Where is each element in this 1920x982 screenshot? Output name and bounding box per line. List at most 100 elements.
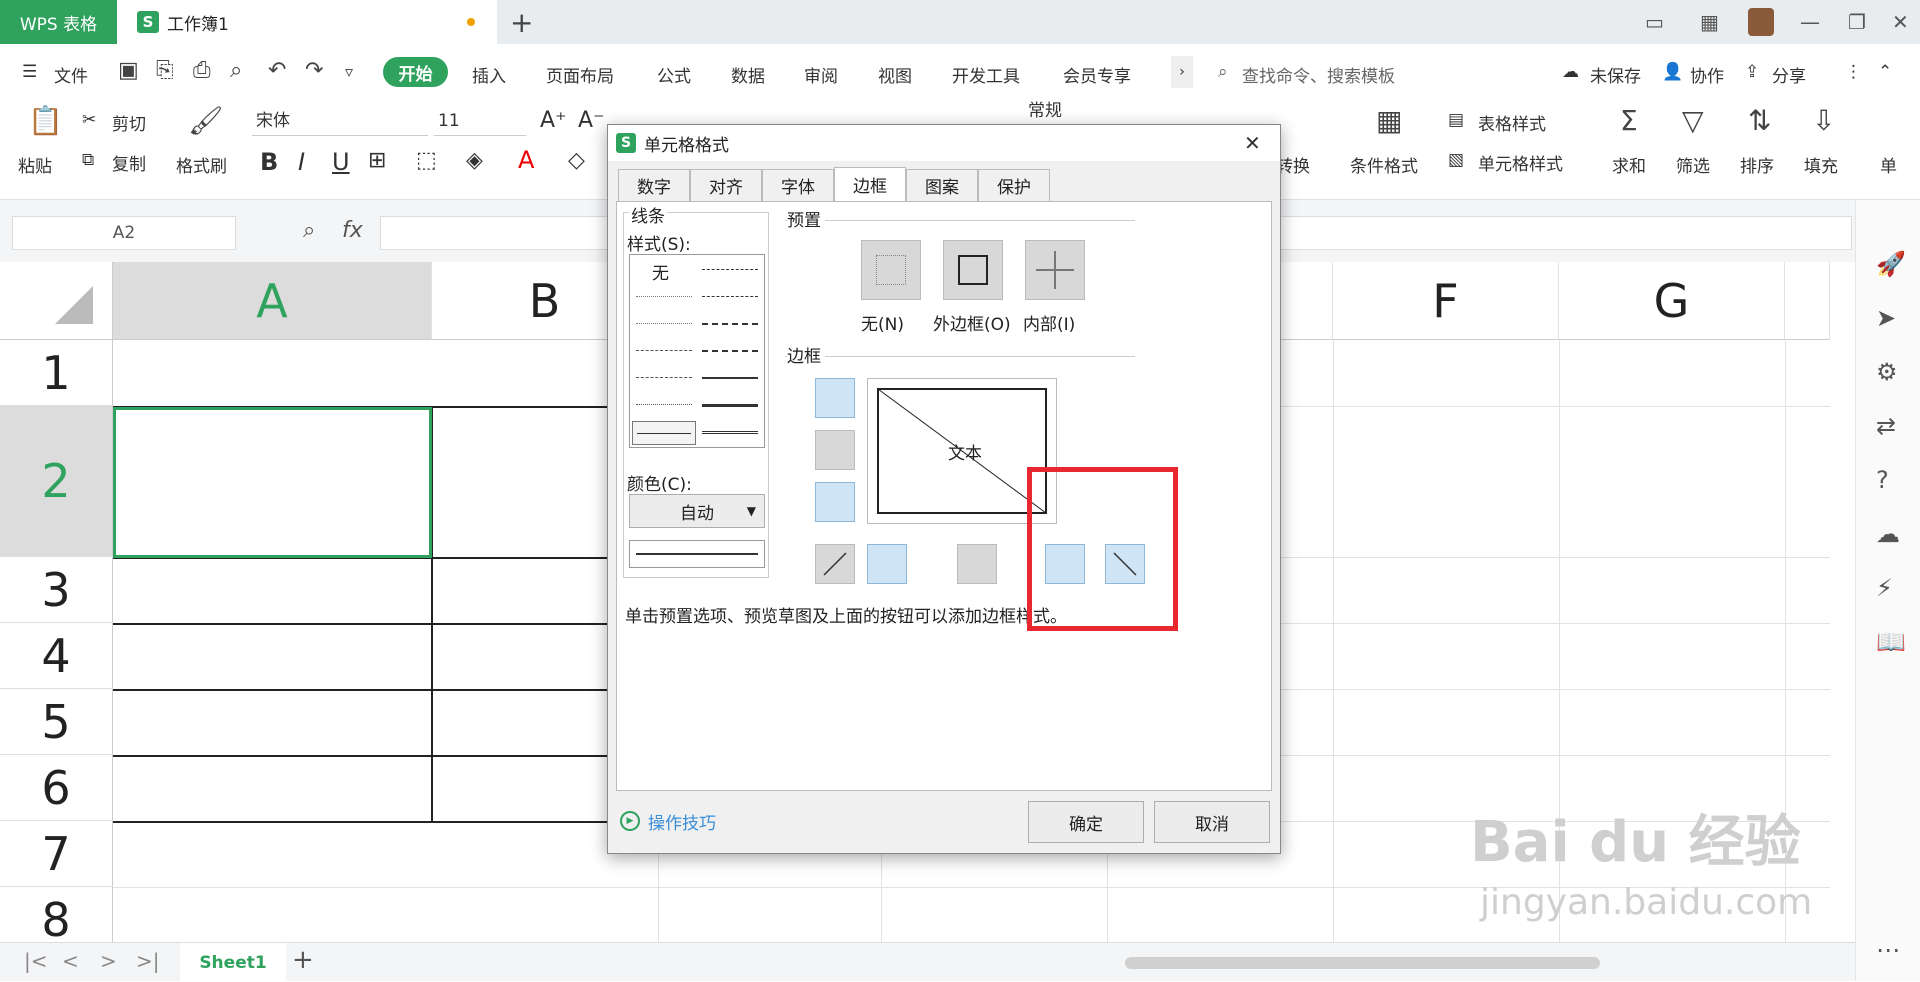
undo-icon[interactable]: ↶	[268, 58, 286, 83]
save-icon[interactable]: ▣	[118, 58, 139, 83]
column-header-g[interactable]: G	[1559, 262, 1785, 340]
help-icon[interactable]: ?	[1876, 466, 1889, 494]
format-painter-icon[interactable]: 🖌	[188, 104, 224, 137]
sum-button[interactable]: 求和	[1612, 152, 1646, 177]
next-sheet-icon[interactable]: >	[100, 949, 117, 973]
preset-none-button[interactable]	[861, 240, 921, 300]
prev-sheet-icon[interactable]: <	[62, 949, 79, 973]
cloud-sync-icon[interactable]: ☁	[1876, 520, 1900, 548]
tab-view[interactable]: 视图	[878, 62, 912, 87]
font-name-select[interactable]: 宋体	[252, 106, 428, 136]
tab-start[interactable]: 开始	[383, 57, 448, 87]
line-style-list[interactable]: 无	[629, 254, 765, 448]
first-sheet-icon[interactable]: |<	[24, 949, 48, 973]
ok-button[interactable]: 确定	[1028, 801, 1144, 843]
selected-cell-a2[interactable]	[113, 407, 432, 558]
line-style-item[interactable]	[702, 404, 758, 407]
tab-protection[interactable]: 保护	[978, 169, 1050, 201]
line-style-item[interactable]	[702, 377, 758, 379]
tab-pattern[interactable]: 图案	[906, 169, 978, 201]
row-header-1[interactable]: 1	[0, 340, 113, 406]
row-header-3[interactable]: 3	[0, 557, 113, 623]
italic-icon[interactable]: I	[298, 148, 305, 176]
line-style-item[interactable]	[636, 404, 692, 405]
conditional-format-button[interactable]: 条件格式	[1350, 152, 1418, 177]
apps-grid-icon[interactable]: ▦	[1700, 10, 1719, 34]
tips-link[interactable]: 操作技巧	[648, 809, 716, 834]
bold-icon[interactable]: B	[260, 148, 278, 176]
conditional-format-icon[interactable]: ▦	[1376, 104, 1402, 137]
dialog-title-bar[interactable]: S 单元格格式 ✕	[608, 125, 1280, 161]
menu-file[interactable]: 文件	[54, 62, 88, 87]
sheet-tab-active[interactable]: Sheet1	[180, 943, 286, 982]
close-window-icon[interactable]: ✕	[1892, 10, 1909, 34]
transform-icon[interactable]: ⇄	[1876, 412, 1896, 440]
line-style-item[interactable]	[702, 431, 758, 434]
lightning-icon[interactable]: ⚡	[1876, 574, 1893, 602]
redo-icon[interactable]: ↷	[305, 58, 323, 83]
line-style-item[interactable]	[636, 350, 692, 351]
hamburger-icon[interactable]: ☰	[22, 62, 37, 82]
increase-font-icon[interactable]: A⁺	[540, 108, 567, 133]
border-top-button[interactable]	[815, 378, 855, 418]
filter-icon[interactable]: ▽	[1682, 104, 1704, 137]
font-size-select[interactable]: 11	[434, 106, 526, 136]
single-button[interactable]: 单	[1880, 152, 1897, 177]
tab-review[interactable]: 审阅	[804, 62, 838, 87]
cell-style-icon[interactable]: ▧	[1448, 150, 1464, 170]
line-style-item[interactable]	[636, 323, 692, 324]
zoom-search-icon[interactable]: ⌕	[303, 218, 315, 243]
document-tab[interactable]: S 工作簿1	[117, 0, 497, 44]
sort-button[interactable]: 排序	[1740, 152, 1774, 177]
row-header-6[interactable]: 6	[0, 755, 113, 821]
fill-icon[interactable]: ⇩	[1812, 104, 1835, 137]
row-header-2[interactable]: 2	[0, 406, 113, 557]
name-box[interactable]: A2	[12, 216, 236, 250]
table-style-button[interactable]: 表格样式	[1478, 110, 1546, 135]
tab-insert[interactable]: 插入	[472, 62, 506, 87]
tab-page-layout[interactable]: 页面布局	[546, 62, 614, 87]
collab-button[interactable]: 协作	[1690, 62, 1724, 87]
rocket-icon[interactable]: 🚀	[1876, 250, 1906, 278]
color-dropdown[interactable]: 自动 ▼	[629, 494, 765, 528]
row-header-4[interactable]: 4	[0, 623, 113, 689]
line-style-item[interactable]	[702, 350, 758, 352]
tab-border[interactable]: 边框	[834, 167, 906, 201]
restore-icon[interactable]: ❐	[1848, 10, 1866, 34]
minimize-icon[interactable]: —	[1800, 10, 1820, 34]
new-tab-button[interactable]: +	[510, 6, 533, 39]
border-left-button[interactable]	[867, 544, 907, 584]
quick-access-dropdown-icon[interactable]: ▿	[345, 62, 353, 81]
line-style-item[interactable]	[636, 296, 692, 297]
select-all-corner[interactable]	[0, 262, 113, 340]
line-style-none[interactable]: 无	[652, 259, 669, 284]
last-sheet-icon[interactable]: >|	[136, 949, 160, 973]
unsaved-status[interactable]: 未保存	[1590, 62, 1641, 87]
border-icon[interactable]: ⊞	[368, 148, 386, 173]
paste-button[interactable]: 粘贴	[18, 152, 52, 177]
layout-icon[interactable]: ▭	[1645, 10, 1664, 34]
line-style-item[interactable]	[702, 269, 758, 270]
fill-button[interactable]: 填充	[1804, 152, 1838, 177]
font-color-icon[interactable]: A	[518, 146, 534, 174]
paste-icon[interactable]: 📋	[28, 104, 63, 137]
book-icon[interactable]: 📖	[1876, 628, 1906, 656]
more-tabs-chevron-icon[interactable]: ›	[1171, 56, 1193, 88]
search-icon[interactable]: ⌕	[1218, 62, 1228, 82]
tab-font[interactable]: 字体	[762, 169, 834, 201]
column-header-f[interactable]: F	[1333, 262, 1559, 340]
preset-outline-button[interactable]	[943, 240, 1003, 300]
app-tab[interactable]: WPS 表格	[0, 0, 117, 44]
tab-formula[interactable]: 公式	[657, 62, 691, 87]
avatar[interactable]	[1748, 8, 1774, 36]
number-format-select[interactable]: 常规	[1024, 96, 1224, 126]
cell-fill-icon[interactable]: ⬚	[416, 148, 437, 173]
tab-data[interactable]: 数据	[731, 62, 765, 87]
tab-number[interactable]: 数字	[618, 169, 690, 201]
line-style-selected[interactable]	[632, 421, 696, 445]
row-header-7[interactable]: 7	[0, 821, 113, 887]
tab-member[interactable]: 会员专享	[1063, 62, 1131, 87]
clear-format-icon[interactable]: ◇	[568, 148, 585, 173]
export-icon[interactable]: ⎘	[156, 58, 174, 83]
print-preview-icon[interactable]: ⌕	[230, 58, 242, 83]
